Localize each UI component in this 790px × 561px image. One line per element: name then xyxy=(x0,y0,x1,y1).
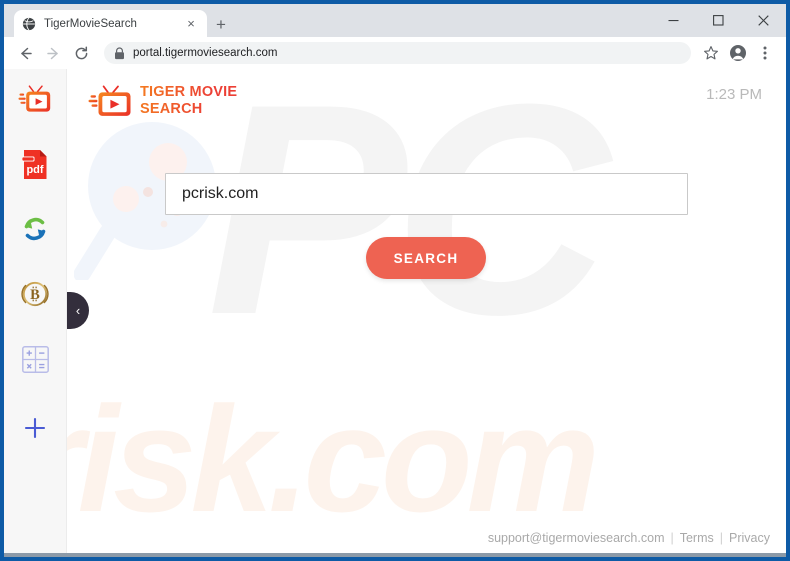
plus-icon xyxy=(24,417,46,439)
tab-title: TigerMovieSearch xyxy=(44,17,137,30)
converter-arrows-icon xyxy=(24,217,46,241)
browser-window: TigerMovieSearch × + portal.tigermoviese… xyxy=(0,0,790,561)
footer-separator-1: | xyxy=(670,531,674,545)
search-button[interactable]: SEARCH xyxy=(366,237,486,279)
profile-icon xyxy=(730,45,746,61)
close-button[interactable] xyxy=(741,4,786,37)
sidebar-item-add[interactable] xyxy=(4,406,66,450)
minimize-button[interactable] xyxy=(651,4,696,37)
lock-icon xyxy=(115,46,124,59)
risk-watermark: risk.com xyxy=(67,375,600,543)
star-icon xyxy=(704,46,718,60)
back-arrow-icon xyxy=(20,47,32,59)
page-footer: support@tigermoviesearch.com | Terms | P… xyxy=(488,531,770,545)
sidebar-item-bitcoin[interactable]: B xyxy=(4,272,66,316)
forward-arrow-icon xyxy=(46,47,58,59)
window-bottom-bar xyxy=(4,553,786,557)
site-logo[interactable]: TIGER MOVIE SEARCH xyxy=(88,84,237,117)
support-email-link[interactable]: support@tigermoviesearch.com xyxy=(488,531,665,545)
calculator-icon xyxy=(21,345,49,373)
close-icon xyxy=(758,15,769,26)
back-button[interactable] xyxy=(12,40,38,66)
page-content: PC risk.com TIGER MOVIE SEARCH 1:23 PM p… xyxy=(67,69,786,553)
sidebar-item-tv-movie[interactable] xyxy=(4,77,66,121)
logo-text: TIGER MOVIE SEARCH xyxy=(140,84,238,117)
footer-separator-2: | xyxy=(719,531,724,545)
reload-button[interactable] xyxy=(68,40,94,66)
sidebar-item-pdf[interactable]: pdf xyxy=(4,142,66,186)
forward-button[interactable] xyxy=(40,40,66,66)
sidebar-item-converter[interactable] xyxy=(4,207,66,251)
clock: 1:23 PM xyxy=(706,86,762,103)
tab-close-icon[interactable]: × xyxy=(183,16,199,32)
browser-toolbar: portal.tigermoviesearch.com xyxy=(4,37,786,69)
search-input[interactable] xyxy=(165,173,688,215)
app-sidebar: pdf B xyxy=(4,69,67,553)
svg-text:B: B xyxy=(30,287,40,303)
maximize-icon xyxy=(713,15,724,26)
terms-link[interactable]: Terms xyxy=(680,531,714,545)
url-text: portal.tigermoviesearch.com xyxy=(133,47,278,59)
globe-icon xyxy=(22,17,36,30)
address-bar[interactable]: portal.tigermoviesearch.com xyxy=(104,42,691,64)
window-controls xyxy=(651,4,786,37)
chevron-left-icon: ‹ xyxy=(75,303,81,318)
browser-tab[interactable]: TigerMovieSearch × xyxy=(14,10,207,37)
sidebar-item-calculator[interactable] xyxy=(4,337,66,381)
browser-menu-button[interactable] xyxy=(752,40,778,66)
tv-play-icon xyxy=(88,85,131,116)
minimize-icon xyxy=(668,20,679,22)
maximize-button[interactable] xyxy=(696,4,741,37)
new-tab-button[interactable]: + xyxy=(210,13,232,35)
pdf-icon: pdf xyxy=(22,149,47,179)
three-dot-menu-icon xyxy=(763,46,767,60)
toolbar-actions xyxy=(697,40,778,66)
reload-icon xyxy=(75,45,87,59)
tv-movie-icon xyxy=(18,85,51,112)
profile-button[interactable] xyxy=(725,40,751,66)
bitcoin-icon: B xyxy=(21,281,49,307)
privacy-link[interactable]: Privacy xyxy=(729,531,770,545)
bookmark-star-button[interactable] xyxy=(698,40,724,66)
page-viewport: pdf B ‹ PC risk.com TIGER MOVIE SEARCH 1… xyxy=(4,69,786,553)
svg-text:pdf: pdf xyxy=(26,164,43,176)
title-bar: TigerMovieSearch × + xyxy=(4,4,786,37)
